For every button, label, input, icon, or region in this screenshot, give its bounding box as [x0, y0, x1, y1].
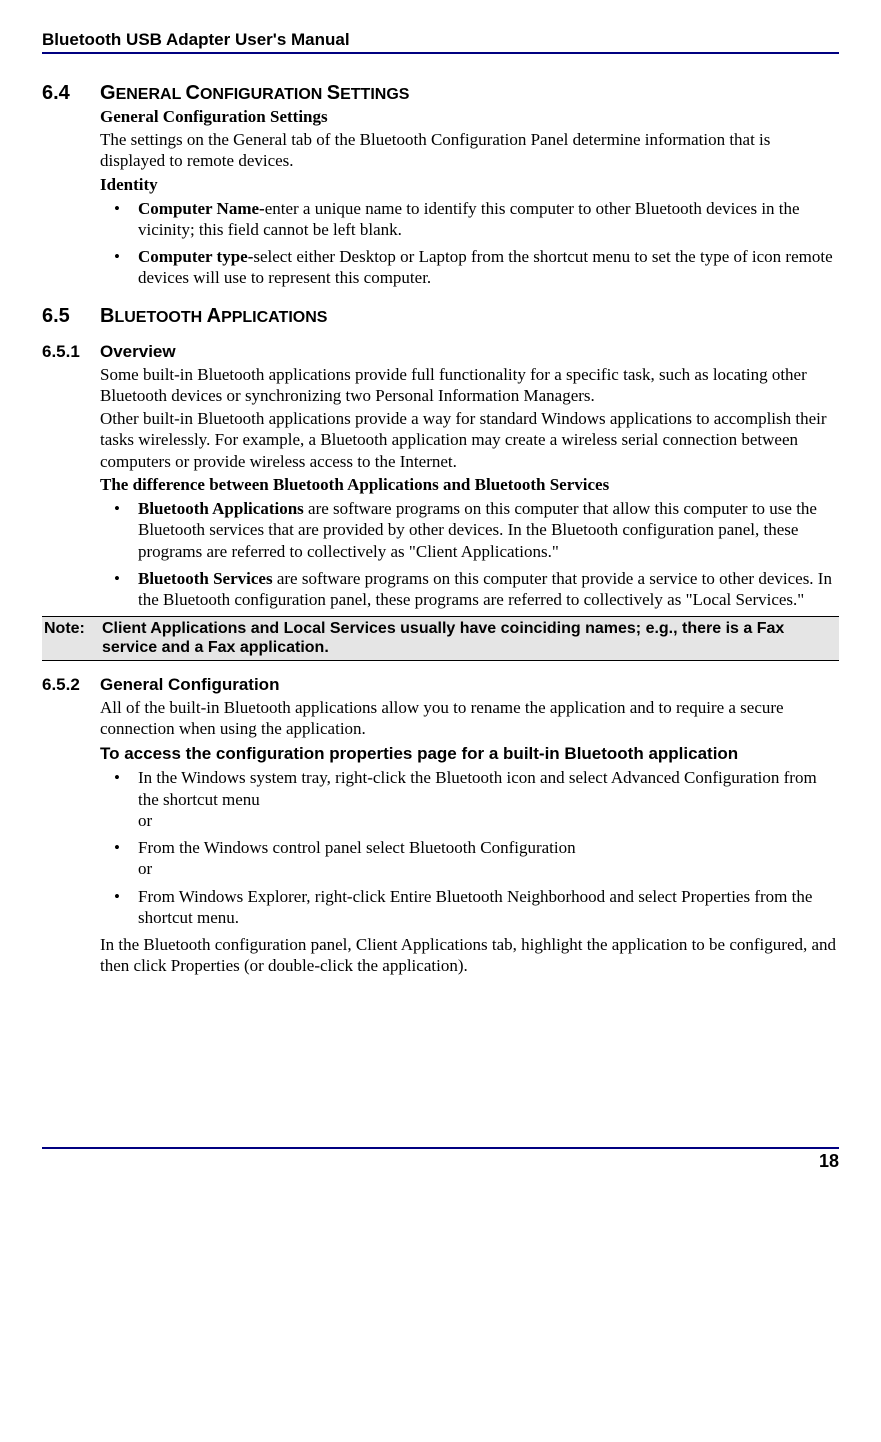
t: ONFIGURATION: [200, 86, 327, 103]
overview-p2: Other built-in Bluetooth applications pr…: [100, 408, 839, 472]
section-title: BLUETOOTH APPLICATIONS: [100, 305, 327, 328]
general-config-subtitle: General Configuration Settings: [100, 107, 839, 127]
t: A: [207, 305, 221, 327]
gencfg-p1: All of the built-in Bluetooth applicatio…: [100, 697, 839, 740]
identity-label: Identity: [100, 175, 839, 195]
difference-title: The difference between Bluetooth Applica…: [100, 474, 839, 495]
item-or: or: [138, 859, 152, 878]
section-6-5-1-heading: 6.5.1 Overview: [42, 342, 839, 362]
subsection-title: Overview: [100, 342, 176, 362]
item-text: From Windows Explorer, right-click Entir…: [138, 887, 812, 927]
t: ETTINGS: [340, 86, 409, 103]
section-6-4-heading: 6.4 GENERAL CONFIGURATION SETTINGS: [42, 82, 839, 105]
section-title: GENERAL CONFIGURATION SETTINGS: [100, 82, 409, 105]
item-bold: Bluetooth Applications: [138, 499, 304, 518]
item-or: or: [138, 811, 152, 830]
doc-header: Bluetooth USB Adapter User's Manual: [42, 30, 839, 54]
list-item: In the Windows system tray, right-click …: [100, 767, 839, 831]
section-number: 6.5: [42, 305, 100, 328]
t: S: [327, 82, 340, 104]
list-item: From the Windows control panel select Bl…: [100, 837, 839, 880]
list-item: Computer Name-enter a unique name to ide…: [100, 198, 839, 241]
difference-list: Bluetooth Applications are software prog…: [100, 498, 839, 610]
section-6-5-heading: 6.5 BLUETOOTH APPLICATIONS: [42, 305, 839, 328]
item-bold: Computer Name-: [138, 199, 265, 218]
list-item: Computer type-select either Desktop or L…: [100, 246, 839, 289]
list-item: From Windows Explorer, right-click Entir…: [100, 886, 839, 929]
item-bold: Computer type-: [138, 247, 253, 266]
t: PPLICATIONS: [221, 309, 327, 326]
item-text: From the Windows control panel select Bl…: [138, 838, 576, 857]
subsection-title: General Configuration: [100, 675, 279, 695]
access-list: In the Windows system tray, right-click …: [100, 767, 839, 928]
identity-list: Computer Name-enter a unique name to ide…: [100, 198, 839, 289]
note-label: Note:: [44, 619, 102, 657]
t: LUETOOTH: [114, 309, 206, 326]
note-box: Note: Client Applications and Local Serv…: [42, 616, 839, 660]
section-number: 6.4: [42, 82, 100, 105]
overview-p1: Some built-in Bluetooth applications pro…: [100, 364, 839, 407]
note-body: Client Applications and Local Services u…: [102, 619, 837, 657]
subsection-number: 6.5.1: [42, 342, 100, 362]
gencfg-p2: In the Bluetooth configuration panel, Cl…: [100, 934, 839, 977]
access-title: To access the configuration properties p…: [100, 743, 839, 764]
t: C: [186, 82, 200, 104]
page-number: 18: [42, 1147, 839, 1172]
subsection-number: 6.5.2: [42, 675, 100, 695]
list-item: Bluetooth Applications are software prog…: [100, 498, 839, 562]
t: G: [100, 82, 116, 104]
general-config-para: The settings on the General tab of the B…: [100, 129, 839, 172]
item-text: In the Windows system tray, right-click …: [138, 768, 817, 808]
t: B: [100, 305, 114, 327]
section-6-5-2-heading: 6.5.2 General Configuration: [42, 675, 839, 695]
list-item: Bluetooth Services are software programs…: [100, 568, 839, 611]
t: ENERAL: [116, 86, 186, 103]
item-bold: Bluetooth Services: [138, 569, 273, 588]
